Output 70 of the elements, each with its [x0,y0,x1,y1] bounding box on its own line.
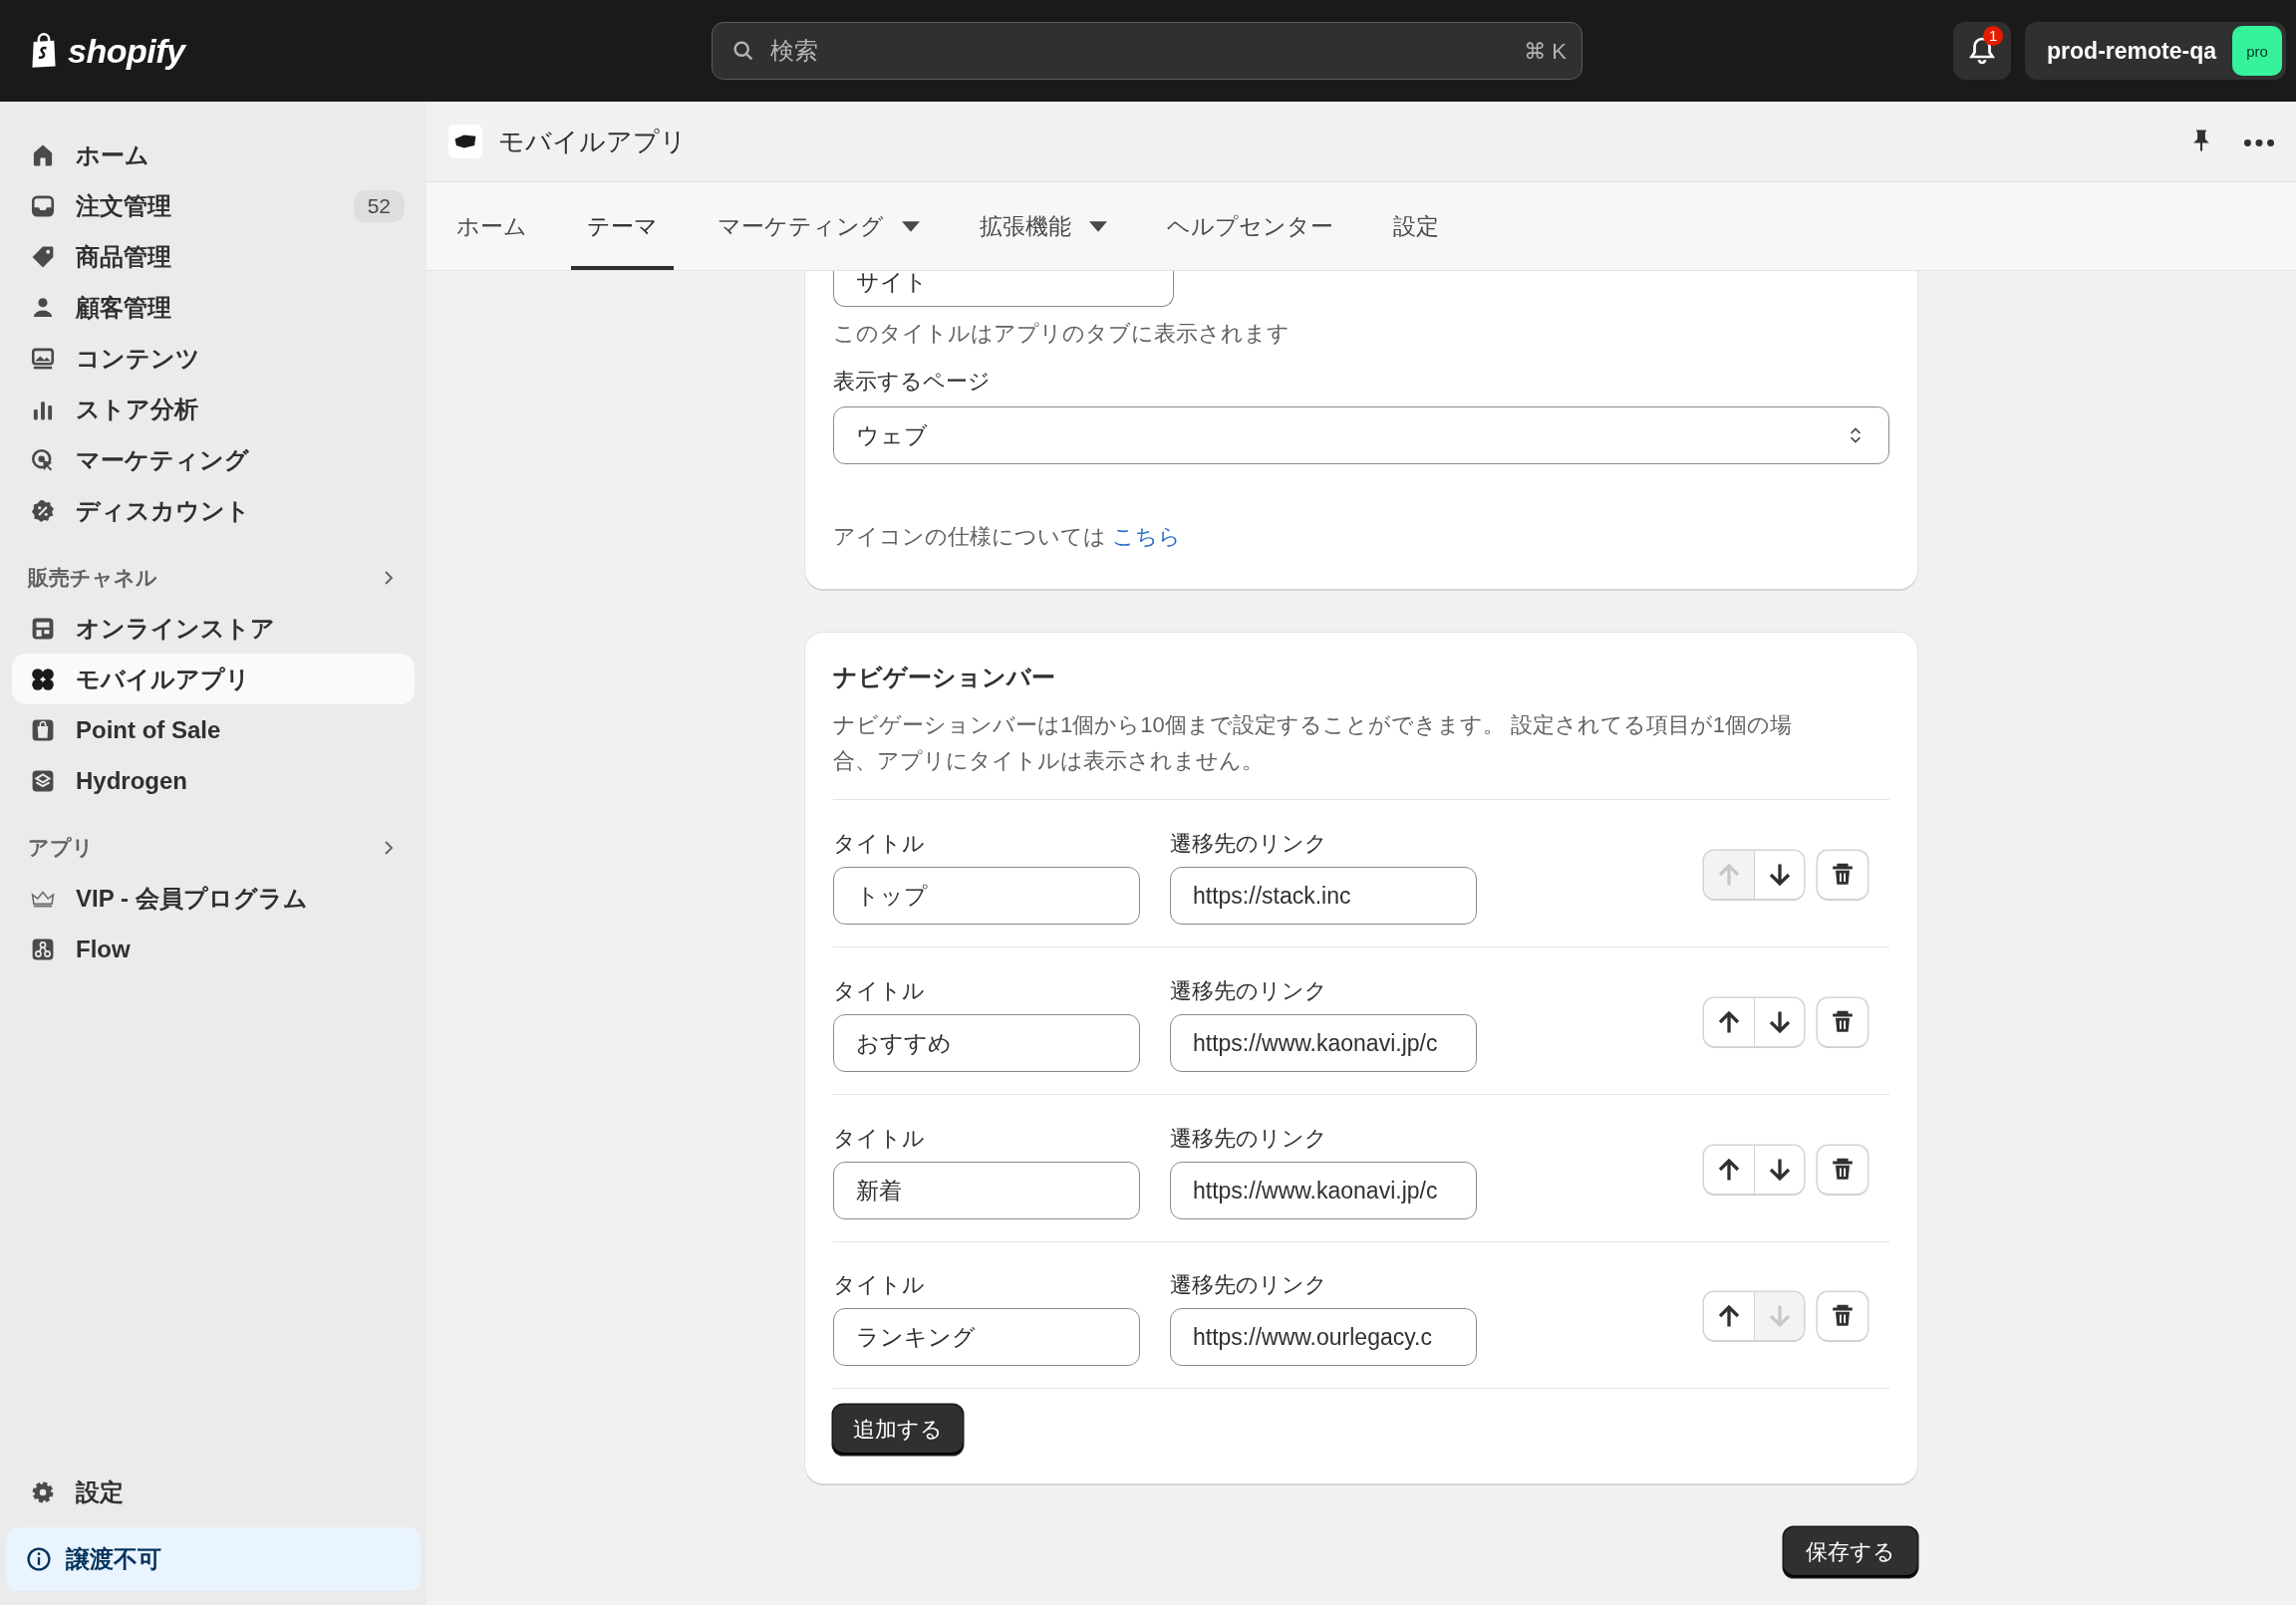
sidebar-item[interactable]: Hydrogen [12,755,415,806]
field-label: 遷移先のリンク [1170,977,1328,1005]
save-button[interactable]: 保存する [1784,1527,1917,1577]
move-down-button[interactable] [1754,851,1804,899]
field-label: 遷移先のリンク [1170,1271,1328,1299]
sidebar-item[interactable]: 顧客管理 [12,282,415,333]
sidebar-item[interactable]: オンラインストア [12,603,415,654]
count-badge: 52 [353,189,405,222]
input-field[interactable]: https://www.ourlegacy.c [1170,1308,1477,1366]
card-title: ナビゲーションバー [833,663,1056,692]
ellipsis-icon [2244,138,2274,146]
field-label: タイトル [833,1271,926,1299]
link[interactable]: こちら [1112,524,1182,549]
add-button[interactable]: 追加する [833,1405,963,1455]
tab[interactable]: ヘルプセンター [1151,182,1349,270]
input-field[interactable]: ランキング [833,1308,1140,1366]
input-field[interactable]: https://stack.inc [1170,867,1477,925]
discount-badge-icon [30,497,56,524]
section-heading[interactable]: アプリ [28,833,94,862]
help-text: このタイトルはアプリのタブに表示されます [833,320,1291,348]
keyboard-shortcut: ⌘ K [1524,39,1567,65]
delete-button[interactable] [1818,1146,1867,1194]
sidebar-item[interactable]: 商品管理 [12,231,415,282]
move-down-button[interactable] [1754,1146,1804,1194]
sidebar-item[interactable]: 設定 [12,1467,415,1517]
sidebar-item[interactable]: モバイルアプリ [12,654,415,704]
input-field[interactable]: 新着 [833,1162,1140,1219]
field-label: 表示するページ [833,368,992,396]
sidebar-item[interactable]: 注文管理 52 [12,180,415,231]
field-label: 遷移先のリンク [1170,830,1328,858]
sidebar-item[interactable]: ストア分析 [12,384,415,434]
tab[interactable]: テーマ [571,182,674,270]
notice-text: 譲渡不可 [66,1544,161,1574]
sidebar-item[interactable]: コンテンツ [12,333,415,384]
sidebar-item[interactable]: ホーム [12,130,415,180]
tab[interactable]: ホーム [440,182,543,270]
field-label: タイトル [833,830,926,858]
input-field[interactable]: https://www.kaonavi.jp/c [1170,1014,1477,1072]
field-label: 遷移先のリンク [1170,1125,1328,1153]
store-avatar: pro [2232,26,2282,76]
delete-button[interactable] [1818,1292,1867,1340]
input-field[interactable]: おすすめ [833,1014,1140,1072]
card-description: ナビゲーションバーは1個から10個まで設定することができます。 設定されてる項目が1個の場合、アプリにタイトルは表示されません。 [833,711,1794,775]
tab[interactable]: 設定 [1377,182,1455,270]
select-field[interactable]: ウェブ [833,406,1889,464]
notification-badge: 1 [1983,26,2004,46]
info-icon [26,1546,52,1572]
shopify-logo[interactable]: shopify [26,31,712,71]
sidebar-item[interactable]: Flow [12,924,415,974]
petal-logo-icon [30,666,56,692]
store-menu-button[interactable]: prod-remote-qa pro [2025,22,2286,80]
sidebar-item[interactable]: マーケティング [12,434,415,485]
note-text: アイコンの仕様については こちら [833,523,1183,551]
sidebar-item[interactable]: Point of Sale [12,704,415,755]
notifications-button[interactable]: 1 [1953,22,2012,80]
input-field[interactable]: サイト [833,271,1174,307]
store-name: prod-remote-qa [2047,37,2216,65]
tab[interactable]: マーケティング [702,182,936,270]
input-field[interactable]: https://www.kaonavi.jp/c [1170,1162,1477,1219]
section-heading[interactable]: 販売チャネル [28,563,157,592]
field-label: タイトル [833,1125,926,1153]
input-field[interactable]: トップ [833,867,1140,925]
sidebar-item[interactable]: ディスカウント [12,485,415,536]
field-label: タイトル [833,977,926,1005]
tab[interactable]: 拡張機能 [964,182,1123,270]
delete-button[interactable] [1818,851,1867,899]
delete-button[interactable] [1818,998,1867,1046]
app-title: モバイルアプリ [498,125,687,158]
move-down-button[interactable] [1754,998,1804,1046]
sidebar-item[interactable]: VIP - 会員プログラム [12,873,415,924]
